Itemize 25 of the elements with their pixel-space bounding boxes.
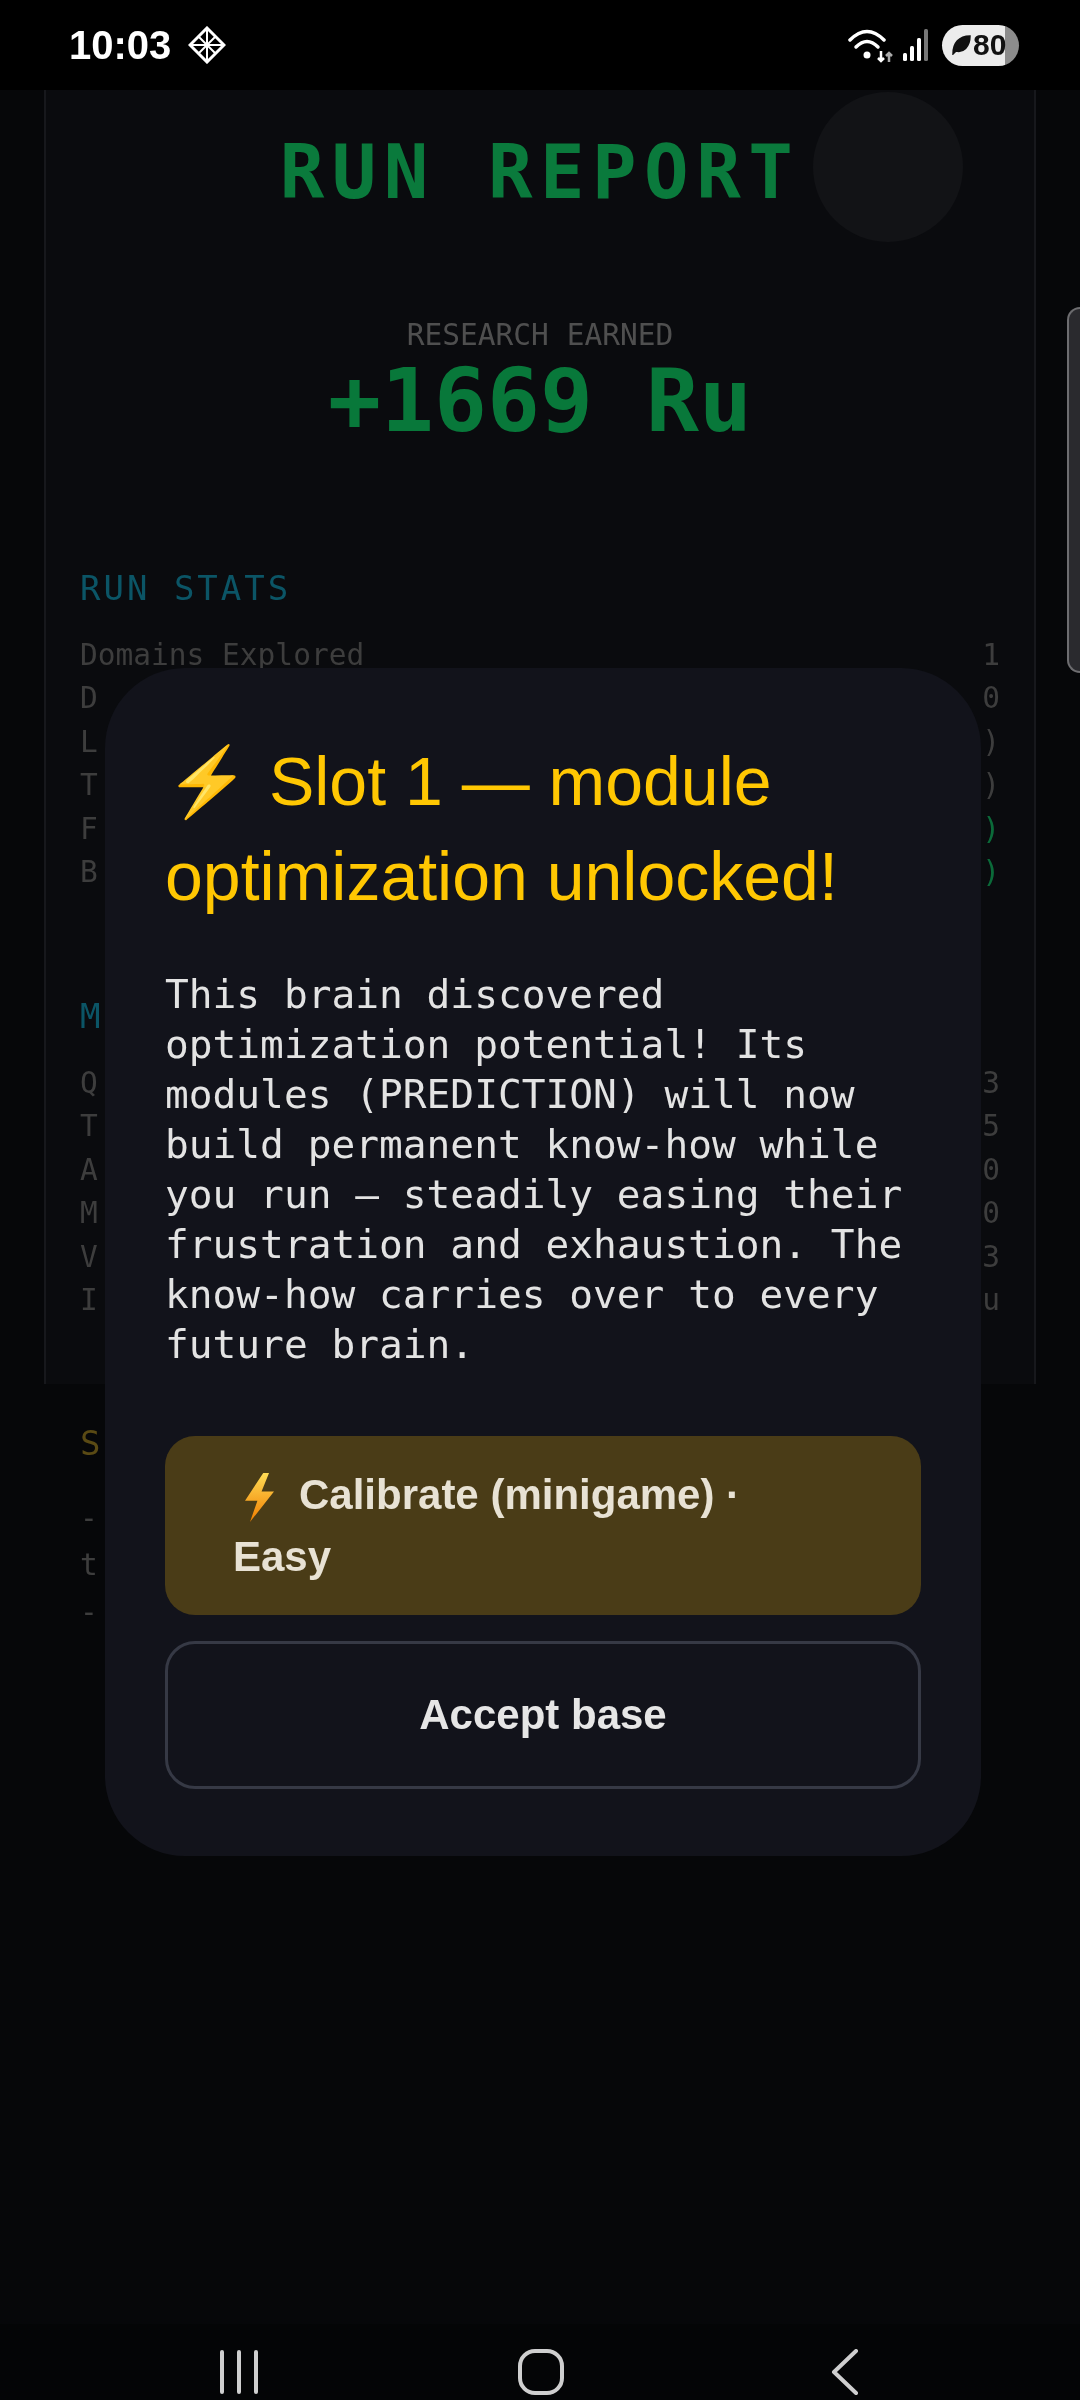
stat-label: - [80, 1499, 98, 1536]
stat-value: ) [982, 723, 1000, 760]
lightning-icon [245, 1472, 274, 1522]
stat-value: ) [982, 854, 1000, 891]
stat-label: - [80, 1593, 98, 1630]
earned-value: +1669 Ru [328, 353, 752, 449]
section-heading: RUN STATS [80, 568, 292, 608]
calibrate-button[interactable]: Calibrate (minigame) · Easy [165, 1436, 921, 1615]
back-icon[interactable] [831, 2349, 859, 2395]
diamond-icon [188, 26, 227, 64]
section-heading: M [80, 996, 104, 1036]
recent-apps-icon[interactable] [219, 2350, 259, 2394]
battery-percent: 80 [973, 30, 1007, 60]
dialog-message: This brain discovered optimization potential! Its modules (PREDICTION) will now build permanent know-how while you run — steadily easing their frustration and exhaustion. The know-how carries over to every future brain. [165, 970, 904, 1369]
accept-button[interactable]: Accept base [165, 1641, 921, 1789]
earned-label: RESEARCH EARNED [406, 317, 674, 353]
dialog-title: ⚡ Slot 1 — module optimization unlocked! [165, 743, 838, 914]
leaf-icon [951, 35, 971, 55]
stat-value: ) [982, 810, 1000, 847]
report-title: RUN REPORT [279, 128, 801, 217]
signal-icon [902, 29, 930, 61]
status-time: 10:03 [69, 25, 172, 65]
stat-value: ) [982, 767, 1000, 804]
home-icon[interactable] [518, 2349, 564, 2395]
section-heading: S [80, 1423, 104, 1463]
